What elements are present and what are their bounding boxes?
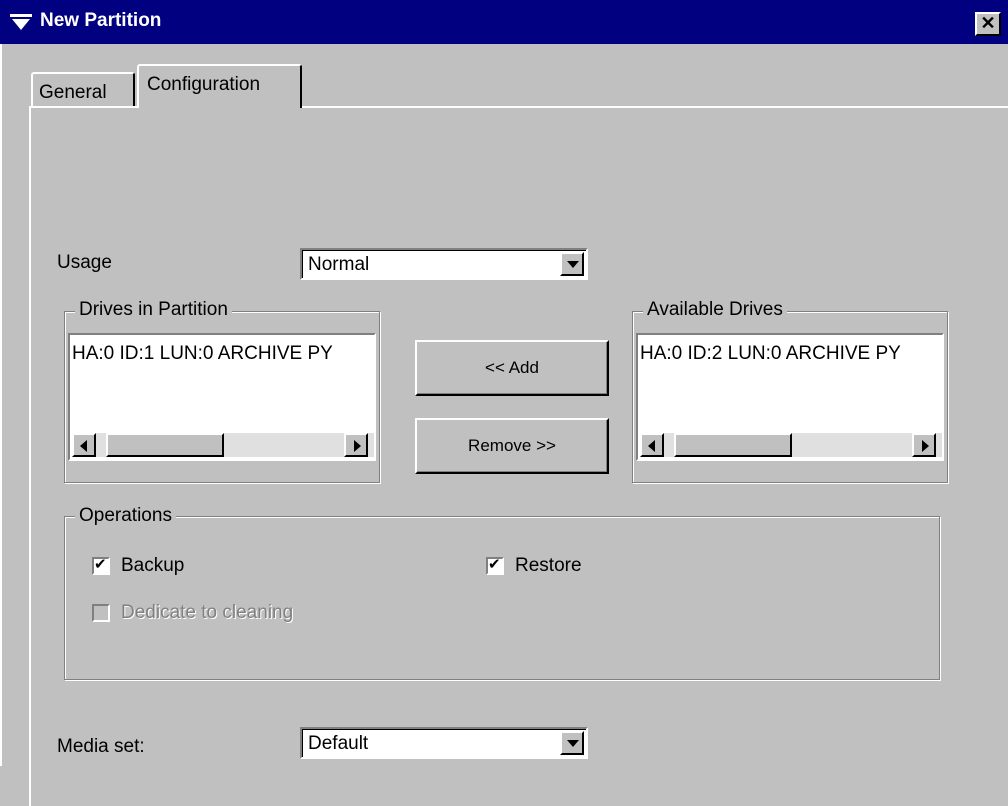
usage-select[interactable]: Normal — [300, 248, 588, 280]
tab-configuration[interactable]: Configuration — [137, 64, 302, 108]
restore-checkbox[interactable] — [486, 555, 504, 575]
dedicate-cleaning-label: Dedicate to cleaning — [121, 602, 294, 623]
chevron-down-icon[interactable] — [560, 252, 584, 276]
scroll-thumb[interactable] — [106, 433, 224, 457]
usage-label: Usage — [57, 252, 112, 273]
scroll-right-icon[interactable] — [344, 433, 368, 457]
backup-label[interactable]: Backup — [121, 555, 184, 577]
remove-button-label: Remove >> — [468, 436, 556, 455]
scroll-left-icon[interactable] — [72, 433, 96, 457]
available-drives-list[interactable]: HA:0 ID:2 LUN:0 ARCHIVE PY — [636, 333, 944, 461]
close-icon: ✕ — [980, 13, 996, 33]
list-item[interactable]: HA:0 ID:1 LUN:0 ARCHIVE PY — [72, 343, 333, 365]
operations-group — [64, 516, 940, 680]
horizontal-scrollbar[interactable] — [72, 433, 374, 457]
restore-label[interactable]: Restore — [515, 555, 582, 577]
add-button[interactable]: << Add — [415, 340, 609, 396]
active-tab-join — [139, 104, 299, 110]
window-border — [0, 44, 10, 766]
scroll-left-icon[interactable] — [640, 433, 664, 457]
title-bar[interactable]: New Partition ✕ — [0, 0, 1008, 44]
list-item[interactable]: HA:0 ID:2 LUN:0 ARCHIVE PY — [640, 343, 901, 365]
operations-title: Operations — [75, 505, 176, 527]
window-title: New Partition — [40, 10, 162, 31]
dedicate-cleaning-checkbox — [92, 604, 110, 622]
drives-in-partition-list[interactable]: HA:0 ID:1 LUN:0 ARCHIVE PY — [68, 333, 376, 461]
add-button-label: << Add — [485, 358, 539, 377]
tab-general[interactable]: General — [31, 72, 135, 108]
remove-button[interactable]: Remove >> — [415, 418, 609, 474]
media-set-label: Media set: — [57, 736, 145, 757]
window-menu-icon[interactable] — [10, 14, 34, 32]
drives-in-partition-title: Drives in Partition — [75, 299, 232, 321]
scroll-thumb[interactable] — [674, 433, 792, 457]
available-drives-title: Available Drives — [643, 299, 787, 321]
tab-configuration-label: Configuration — [147, 74, 261, 95]
media-set-value: Default — [308, 733, 369, 754]
close-button[interactable]: ✕ — [975, 12, 1001, 36]
scroll-right-icon[interactable] — [912, 433, 936, 457]
media-set-select[interactable]: Default — [300, 727, 588, 759]
usage-value: Normal — [308, 254, 370, 275]
tab-general-label: General — [39, 82, 107, 103]
backup-checkbox[interactable] — [92, 555, 110, 575]
horizontal-scrollbar[interactable] — [640, 433, 942, 457]
chevron-down-icon[interactable] — [560, 731, 584, 755]
